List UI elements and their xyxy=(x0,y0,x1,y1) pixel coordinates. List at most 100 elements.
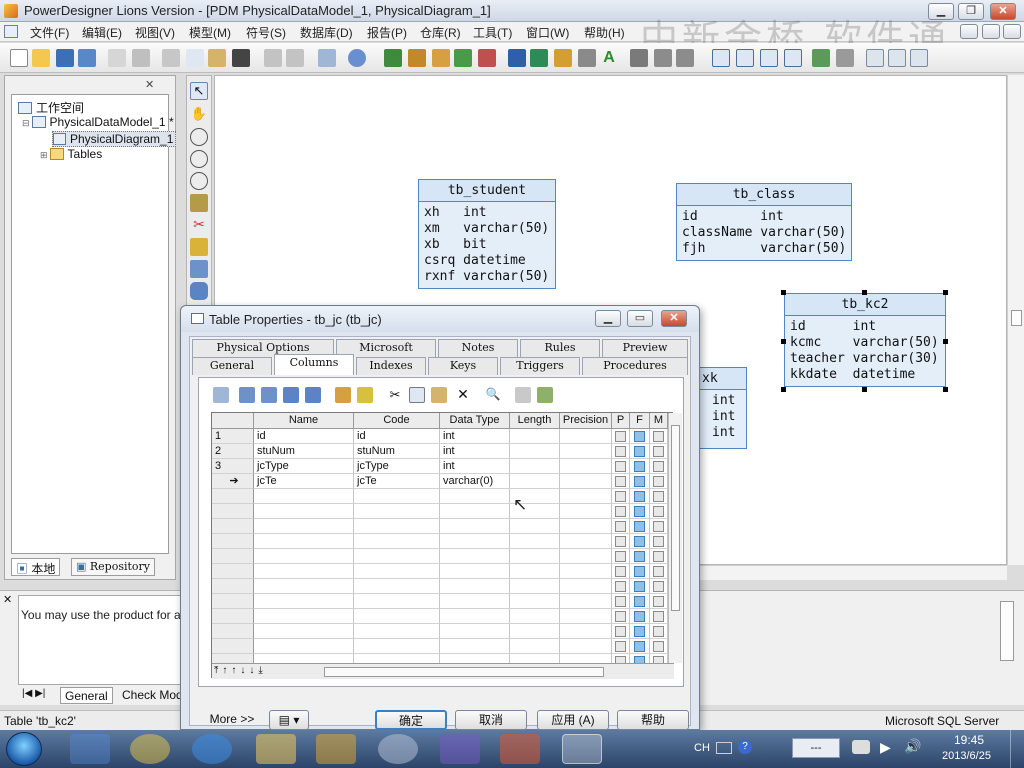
cell-name[interactable] xyxy=(254,519,354,534)
cell-code[interactable] xyxy=(354,624,440,639)
explorer-icon[interactable] xyxy=(256,734,296,764)
table-row[interactable] xyxy=(212,564,668,579)
delete-icon[interactable]: ✕ xyxy=(455,387,471,403)
mdi-minimize-button[interactable] xyxy=(960,24,978,39)
add-column-icon[interactable] xyxy=(283,387,299,403)
scissors-icon[interactable]: ✂ xyxy=(190,216,208,234)
primary-checkbox[interactable] xyxy=(615,536,626,547)
mandatory-checkbox[interactable] xyxy=(653,551,664,562)
restore-button[interactable]: ❐ xyxy=(958,3,984,20)
primary-checkbox[interactable] xyxy=(615,581,626,592)
foreign-checkbox[interactable] xyxy=(634,596,645,607)
selection-handle[interactable] xyxy=(781,290,786,295)
mandatory-checkbox[interactable] xyxy=(653,596,664,607)
messenger-icon[interactable] xyxy=(378,734,418,764)
reuse-icon[interactable] xyxy=(335,387,351,403)
tab-triggers[interactable]: Triggers xyxy=(500,357,580,375)
cell-code[interactable] xyxy=(354,609,440,624)
mandatory-checkbox[interactable] xyxy=(653,641,664,652)
view-tool-icon[interactable] xyxy=(190,282,208,300)
foreign-checkbox[interactable] xyxy=(634,521,645,532)
cell-precision[interactable] xyxy=(560,444,612,459)
save-all-icon[interactable] xyxy=(78,49,96,67)
col-header-precision[interactable]: Precision xyxy=(560,413,612,429)
cell-datatype[interactable] xyxy=(440,489,510,504)
filter-icon[interactable] xyxy=(515,387,531,403)
table-row[interactable] xyxy=(212,609,668,624)
text-frame-icon[interactable] xyxy=(530,49,548,67)
foreign-checkbox[interactable] xyxy=(634,476,645,487)
package-icon[interactable] xyxy=(190,238,208,256)
cell-name[interactable] xyxy=(254,549,354,564)
cell-precision[interactable] xyxy=(560,639,612,654)
foreign-checkbox[interactable] xyxy=(634,506,645,517)
table-row[interactable] xyxy=(212,504,668,519)
tab-procedures[interactable]: Procedures xyxy=(582,357,688,375)
cut-icon[interactable] xyxy=(162,49,180,67)
cell-precision[interactable] xyxy=(560,459,612,474)
primary-checkbox[interactable] xyxy=(615,461,626,472)
font-icon[interactable]: A xyxy=(600,49,618,67)
primary-checkbox[interactable] xyxy=(615,491,626,502)
cell-name[interactable] xyxy=(254,489,354,504)
cell-datatype[interactable]: int xyxy=(440,444,510,459)
foreign-checkbox[interactable] xyxy=(634,461,645,472)
ok-button[interactable]: 确定 xyxy=(375,710,447,730)
paste-icon[interactable] xyxy=(431,387,447,403)
foreign-checkbox[interactable] xyxy=(634,431,645,442)
menu-view[interactable]: 视图(V) xyxy=(135,24,175,41)
start-button[interactable] xyxy=(6,732,42,766)
group-icon[interactable] xyxy=(654,49,672,67)
col-header-length[interactable]: Length xyxy=(510,413,560,429)
layout-icon[interactable] xyxy=(712,49,730,67)
mandatory-checkbox[interactable] xyxy=(653,476,664,487)
selection-handle[interactable] xyxy=(943,290,948,295)
insert-row-icon[interactable] xyxy=(261,387,277,403)
apply-button[interactable]: 应用 (A) xyxy=(537,710,609,730)
cell-code[interactable] xyxy=(354,504,440,519)
col-header-name[interactable]: Name xyxy=(254,413,354,429)
tree-item-diagram[interactable]: PhysicalDiagram_1 xyxy=(52,131,177,147)
foreign-checkbox[interactable] xyxy=(634,551,645,562)
tab-general[interactable]: General xyxy=(60,687,113,704)
mandatory-checkbox[interactable] xyxy=(653,431,664,442)
output-close-icon[interactable]: ✕ xyxy=(3,593,12,606)
selection-handle[interactable] xyxy=(862,387,867,392)
app-bird-icon[interactable] xyxy=(70,734,110,764)
zoom-window-icon[interactable] xyxy=(866,49,884,67)
cell-precision[interactable] xyxy=(560,624,612,639)
new-item-icon[interactable] xyxy=(357,387,373,403)
cell-datatype[interactable] xyxy=(440,504,510,519)
selection-handle[interactable] xyxy=(781,387,786,392)
zoom-out-icon[interactable] xyxy=(190,150,208,168)
menu-database[interactable]: 数据库(D) xyxy=(300,24,353,41)
menu-file[interactable]: 文件(F) xyxy=(30,24,69,41)
volume-icon[interactable]: 🔊 xyxy=(904,738,921,755)
cell-length[interactable] xyxy=(510,564,560,579)
tab-repository[interactable]: ▣ Repository xyxy=(71,558,156,576)
tab-keys[interactable]: Keys xyxy=(428,357,498,375)
mandatory-checkbox[interactable] xyxy=(653,521,664,532)
redo-icon[interactable] xyxy=(286,49,304,67)
table-row[interactable] xyxy=(212,489,668,504)
open-icon[interactable] xyxy=(32,49,50,67)
primary-checkbox[interactable] xyxy=(615,431,626,442)
cell-length[interactable] xyxy=(510,459,560,474)
cell-name[interactable]: jcType xyxy=(254,459,354,474)
find-icon[interactable]: 🔍 xyxy=(485,387,501,403)
database-icon[interactable] xyxy=(432,49,450,67)
paste-icon[interactable] xyxy=(208,49,226,67)
grid-horizontal-scrollbar[interactable] xyxy=(324,667,604,677)
dialog-close-button[interactable]: ✕ xyxy=(661,310,687,327)
add-row-icon[interactable] xyxy=(239,387,255,403)
visual-studio-icon[interactable] xyxy=(440,734,480,764)
show-desktop-button[interactable] xyxy=(1010,730,1024,768)
tab-preview[interactable]: Preview xyxy=(602,339,688,357)
cell-name[interactable] xyxy=(254,579,354,594)
expand-icon[interactable]: ⊞ xyxy=(40,150,48,160)
row-move-icons[interactable]: ⤒↑↑↓↓⤓ xyxy=(214,665,267,676)
cell-name[interactable] xyxy=(254,564,354,579)
table-row[interactable]: 1 id id int xyxy=(212,429,668,444)
powerpoint-icon[interactable] xyxy=(500,734,540,764)
selection-handle[interactable] xyxy=(781,339,786,344)
